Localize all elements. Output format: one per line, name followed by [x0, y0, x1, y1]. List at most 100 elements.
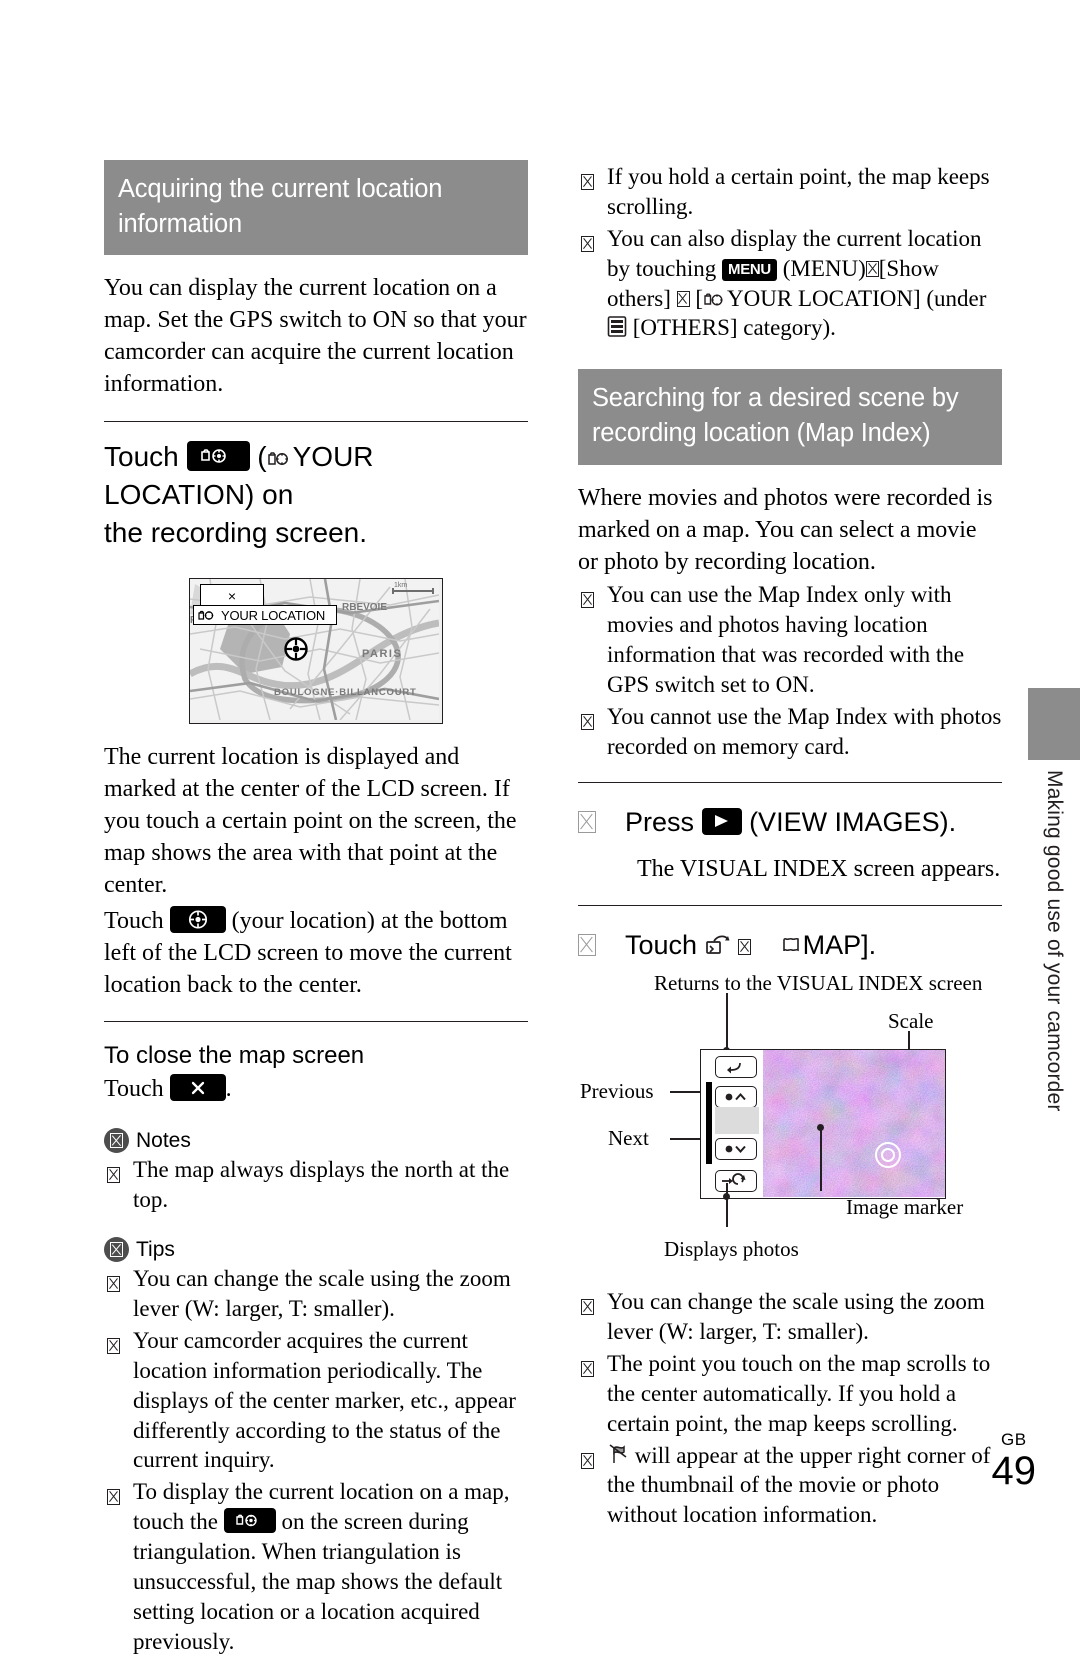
your-location-keycap-icon[interactable]	[223, 1508, 276, 1534]
tips-heading: Tips	[104, 1237, 528, 1263]
callout-displays-photos: Displays photos	[664, 1237, 799, 1262]
your-location-inline-icon	[703, 288, 727, 308]
callout-image-marker: Image marker	[846, 1195, 964, 1220]
your-location-inline-icon	[267, 442, 293, 465]
bullet-tofu-icon	[107, 1331, 120, 1361]
close-lead: Touch	[104, 1076, 164, 1103]
menu-keycap-icon[interactable]: MENU	[722, 258, 777, 281]
map-index-diagram: Returns to the VISUAL INDEX screen Scale…	[578, 971, 1002, 1271]
arrow-tofu-icon	[865, 260, 879, 277]
map-screenshot: 1km RRE RBEVOIE PARIS BOULOGNE·BILLANCOU…	[189, 578, 443, 725]
map-badge-label: YOUR LOCATION	[221, 607, 326, 623]
step-2-title: Touch MAP].	[625, 930, 877, 961]
instruction-paren-open: (	[257, 440, 267, 472]
left-column: Acquiring the current location informati…	[104, 160, 528, 1657]
close-map-subheading: To close the map screen	[104, 1042, 365, 1070]
tip-item: To display the current location on a map…	[104, 1477, 528, 1656]
display-photos-button[interactable]	[715, 1170, 757, 1193]
return-button[interactable]	[715, 1056, 757, 1079]
after-figure-paragraph-2: Touch (your location) at the bottom left…	[104, 905, 528, 1002]
callout-returns-visual-index: Returns to the VISUAL INDEX screen	[654, 971, 983, 996]
map-your-location-badge[interactable]: YOUR LOCATION	[193, 605, 337, 626]
svg-text:1km: 1km	[394, 582, 407, 589]
bottom-tips-list: You can change the scale using the zoom …	[578, 1287, 1002, 1530]
step-1-subtext: The VISUAL INDEX screen appears.	[637, 855, 1001, 882]
my-location-keycap-icon[interactable]	[169, 905, 226, 933]
instruction-line2: the recording screen.	[104, 517, 368, 549]
bullet-tofu-icon	[107, 1160, 120, 1190]
step-1: Press (VIEW IMAGES). The VISUAL INDEX sc…	[578, 805, 1002, 885]
close-map-instruction: Touch .	[104, 1074, 528, 1106]
notes-label: Notes	[136, 1128, 191, 1152]
bullet-tofu-icon	[581, 167, 594, 197]
bullet-tofu-icon	[581, 1354, 594, 1384]
top-tips-list: If you hold a certain point, the map kee…	[578, 162, 1002, 343]
map-transition-icon	[705, 932, 731, 956]
tip-item: Your camcorder acquires the current loca…	[104, 1326, 528, 1475]
touch-rest: (your location) at the bottom left of th…	[104, 907, 512, 998]
bullet-tofu-icon	[581, 1446, 594, 1476]
tip-item: will appear at the upper right corner of…	[578, 1441, 1002, 1531]
notes-list: The map always displays the north at the…	[104, 1155, 528, 1215]
step-2: Touch MAP].	[578, 928, 1002, 963]
close-tail: .	[225, 1076, 232, 1103]
map-close-button[interactable]: ×	[200, 584, 264, 608]
callout-scale: Scale	[888, 1009, 934, 1034]
step-1-number	[578, 805, 625, 837]
map-index-map-area[interactable]	[763, 1050, 945, 1198]
callout-next: Next	[608, 1126, 649, 1151]
close-icon: ×	[227, 587, 237, 604]
map-index-notes-list: You can use the Map Index only with movi…	[578, 580, 1002, 761]
callout-previous: Previous	[580, 1079, 654, 1104]
divider-2	[104, 1021, 528, 1023]
instruction-lead: Touch	[104, 440, 179, 472]
image-marker-icon[interactable]	[875, 1142, 901, 1169]
divider-4	[578, 905, 1002, 907]
tip-item: If you hold a certain point, the map kee…	[578, 162, 1002, 222]
tips-label: Tips	[136, 1237, 175, 1261]
intro-paragraph: You can display the current location on …	[104, 275, 527, 398]
touch-lead: Touch	[104, 907, 164, 934]
after-figure-paragraph-1: The current location is displayed and ma…	[104, 744, 517, 898]
step-2-number	[578, 928, 625, 960]
divider	[104, 420, 528, 422]
tip-item: You can change the scale using the zoom …	[104, 1264, 528, 1324]
no-gps-flag-icon	[607, 1443, 629, 1467]
svg-text:BOULOGNE·BILLANCOURT: BOULOGNE·BILLANCOURT	[274, 687, 417, 698]
bullet-tofu-icon	[581, 1292, 594, 1322]
scrollbar[interactable]	[706, 1082, 712, 1165]
view-images-keycap-icon[interactable]	[701, 807, 742, 835]
note-item: The map always displays the north at the…	[104, 1155, 528, 1215]
scroll-thumb[interactable]	[715, 1107, 759, 1135]
next-button[interactable]	[715, 1138, 757, 1161]
others-category-icon	[607, 315, 627, 339]
edge-thumb-tab	[1028, 688, 1080, 760]
tip-item: You can also display the current locatio…	[578, 224, 1002, 344]
tips-list: You can change the scale using the zoom …	[104, 1264, 528, 1657]
notes-heading: Notes	[104, 1128, 528, 1154]
map-index-intro: Where movies and photos were recorded is…	[578, 484, 993, 575]
edge-tab-label: Making good use of your camcorder	[1043, 770, 1066, 1112]
map-icon	[781, 932, 803, 954]
page-folio: GB 49	[992, 1431, 1037, 1491]
folio-prefix: GB	[1000, 1430, 1027, 1449]
tips-badge-icon	[104, 1237, 129, 1263]
right-column: If you hold a certain point, the map kee…	[578, 160, 1002, 1530]
section-header-map-index: Searching for a desired scene by recordi…	[578, 369, 1002, 465]
map-screenshot-figure: 1km RRE RBEVOIE PARIS BOULOGNE·BILLANCOU…	[104, 578, 528, 725]
touch-your-location-instruction: Touch (YOUR LOCATION) on the recording …	[104, 438, 528, 552]
svg-text:PARIS: PARIS	[362, 648, 402, 660]
bullet-tofu-icon	[581, 585, 594, 615]
note-item: You cannot use the Map Index with photos…	[578, 702, 1002, 762]
close-keycap-icon[interactable]	[169, 1074, 226, 1102]
bullet-tofu-icon	[581, 229, 594, 259]
bullet-tofu-icon	[581, 707, 594, 737]
arrow-tofu-icon	[676, 290, 690, 307]
note-item: You can use the Map Index only with movi…	[578, 580, 1002, 700]
your-location-badge-icon	[198, 611, 214, 620]
bullet-tofu-icon	[107, 1269, 120, 1299]
previous-button[interactable]	[715, 1086, 757, 1109]
your-location-keycap-icon[interactable]	[186, 440, 250, 471]
manual-page: Acquiring the current location informati…	[0, 0, 1080, 1654]
arrow-tofu-icon	[738, 939, 752, 956]
